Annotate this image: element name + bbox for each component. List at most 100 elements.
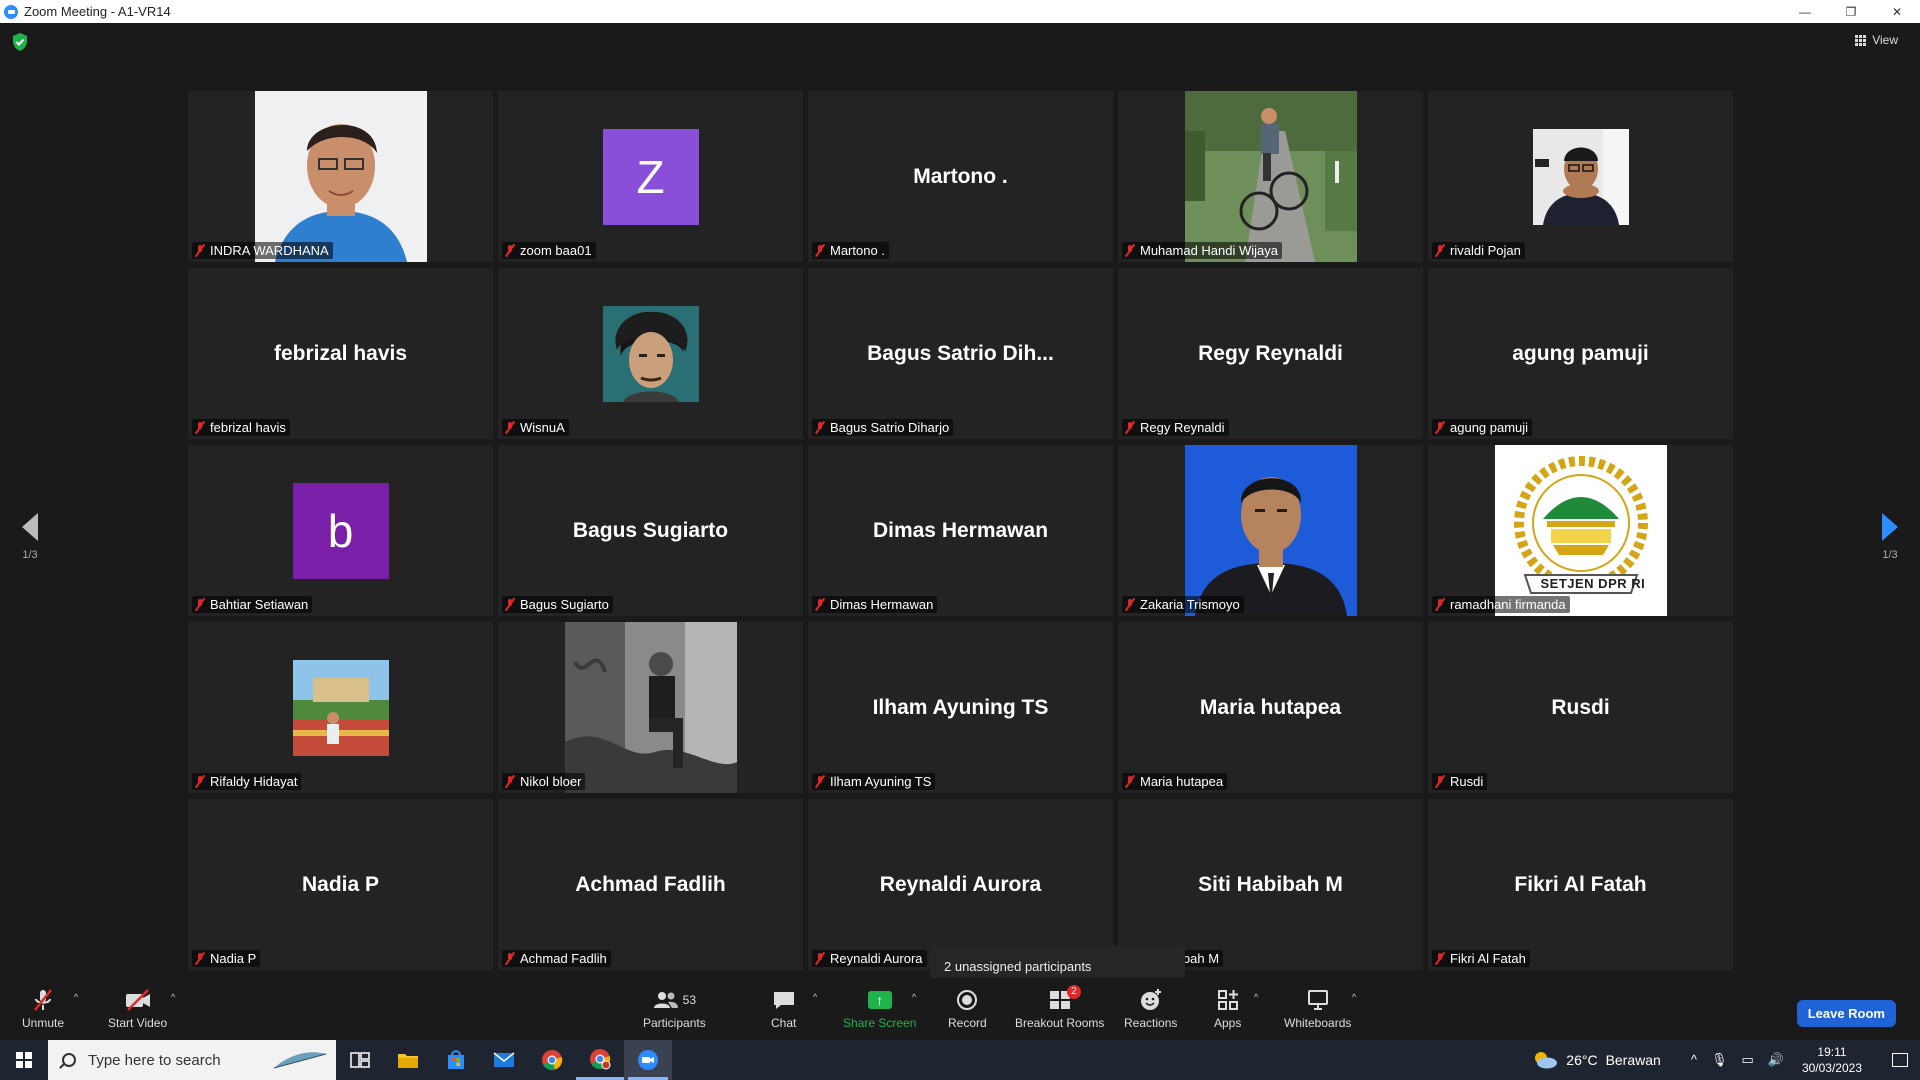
breakout-rooms-button[interactable]: 2 Breakout Rooms [1015, 985, 1104, 1030]
apps-icon [1217, 988, 1239, 1012]
file-explorer-button[interactable] [384, 1040, 432, 1080]
participant-tile[interactable]: Nadia P Nadia P [188, 799, 493, 970]
taskbar-search-box[interactable]: Type here to search [48, 1040, 336, 1080]
taskbar-clock[interactable]: 19:11 30/03/2023 [1802, 1044, 1862, 1076]
video-options-caret[interactable]: ^ [171, 992, 175, 1002]
mic-muted-icon [1124, 421, 1136, 434]
windows-logo-icon [16, 1052, 32, 1068]
whiteboards-button[interactable]: Whiteboards [1284, 988, 1351, 1030]
view-button[interactable]: View [1855, 33, 1898, 47]
previous-page-button[interactable]: 1/3 [10, 513, 50, 561]
participant-tile[interactable]: Bagus Satrio Dih... Bagus Satrio Diharjo [808, 268, 1113, 439]
mic-muted-icon [1124, 598, 1136, 611]
participant-display-name: Bagus Satrio Dih... [867, 341, 1054, 365]
store-icon [448, 1050, 464, 1069]
feather-search-highlight-icon [273, 1052, 327, 1069]
apps-button[interactable]: Apps [1214, 988, 1241, 1030]
start-button[interactable] [0, 1040, 48, 1080]
share-options-caret[interactable]: ^ [912, 992, 916, 1002]
share-screen-button[interactable]: Share Screen [843, 988, 916, 1030]
participant-name-label: INDRA WARDHANA [192, 242, 333, 259]
chrome-profile-button[interactable] [576, 1040, 624, 1080]
participant-tile[interactable]: febrizal havis febrizal havis [188, 268, 493, 439]
chrome-icon [542, 1050, 563, 1070]
mic-muted-icon [1434, 952, 1446, 965]
leave-room-button[interactable]: Leave Room [1796, 1000, 1896, 1027]
mic-muted-icon [504, 952, 516, 965]
restore-button[interactable]: ❐ [1828, 0, 1874, 23]
audio-options-caret[interactable]: ^ [74, 992, 78, 1002]
apps-options-caret[interactable]: ^ [1254, 992, 1258, 1002]
record-icon [957, 990, 978, 1010]
participant-tile[interactable]: Achmad Fadlih Achmad Fadlih [498, 799, 803, 970]
close-button[interactable]: ✕ [1874, 0, 1920, 23]
participant-tile[interactable]: Bagus Sugiarto Bagus Sugiarto [498, 445, 803, 616]
participant-name-label: agung pamuji [1432, 419, 1533, 436]
participant-tile[interactable]: WisnuA [498, 268, 803, 439]
next-page-button[interactable]: 1/3 [1870, 513, 1910, 561]
participant-tile[interactable]: INDRA WARDHANA [188, 91, 493, 262]
participants-button[interactable]: 53 Participants [643, 988, 706, 1030]
folder-icon [398, 1054, 418, 1068]
participant-tile[interactable]: agung pamuji agung pamuji [1428, 268, 1733, 439]
mic-muted-icon [504, 598, 516, 611]
volume-icon[interactable]: 🔊 [1768, 1052, 1784, 1068]
participant-tile[interactable]: b Bahtiar Setiawan [188, 445, 493, 616]
zoom-taskbar-button[interactable] [624, 1040, 672, 1080]
minimize-button[interactable]: — [1782, 0, 1828, 23]
chrome-button[interactable] [528, 1040, 576, 1080]
task-view-button[interactable] [336, 1040, 384, 1080]
participant-tile[interactable]: Fikri Al Fatah Fikri Al Fatah [1428, 799, 1733, 970]
participant-tile[interactable]: Dimas Hermawan Dimas Hermawan [808, 445, 1113, 616]
chat-button[interactable]: Chat [771, 988, 796, 1030]
microphone-icon[interactable]: 🎙 [1711, 1052, 1728, 1068]
window-title: Zoom Meeting - A1-VR14 [24, 4, 171, 19]
participant-photo [292, 659, 389, 756]
chevron-up-icon[interactable]: ^ [1691, 1052, 1697, 1068]
participant-display-name: Maria hutapea [1199, 695, 1342, 719]
whiteboard-icon [1306, 988, 1330, 1012]
participant-tile[interactable]: Maria hutapea Maria hutapea [1118, 622, 1423, 793]
mic-muted-icon [814, 952, 826, 965]
reactions-button[interactable]: Reactions [1124, 988, 1177, 1030]
participant-tile[interactable]: Ilham Ayuning TS Ilham Ayuning TS [808, 622, 1113, 793]
network-icon[interactable]: ▭ [1741, 1052, 1753, 1068]
page-indicator-left: 1/3 [22, 549, 38, 561]
notification-center-button[interactable] [1880, 1040, 1920, 1080]
avatar: b [292, 482, 389, 579]
unmute-button[interactable]: Unmute [22, 988, 64, 1030]
meeting-toolbar: Unmute ^ Start Video ^ 53 Participants C… [0, 978, 1920, 1040]
search-icon [62, 1053, 76, 1067]
mail-button[interactable] [480, 1040, 528, 1080]
participant-name-label: Martono . [812, 242, 889, 259]
start-video-button[interactable]: Start Video [108, 988, 167, 1030]
participant-tile[interactable]: Z zoom baa01 [498, 91, 803, 262]
mic-muted-icon [1434, 421, 1446, 434]
participant-display-name: Ilham Ayuning TS [872, 695, 1049, 719]
participant-tile[interactable]: SETJEN DPR RI ramadhani firmanda [1428, 445, 1733, 616]
meeting-area: View 1/3 1/3 INDRA WARDHANA Z zoom baa01… [0, 23, 1920, 989]
participant-tile[interactable]: Martono . Martono . [808, 91, 1113, 262]
participant-tile[interactable]: Nikol bloer [498, 622, 803, 793]
participant-tile[interactable]: rivaldi Pojan [1428, 91, 1733, 262]
security-shield-icon[interactable] [12, 33, 28, 51]
participant-tile[interactable]: Muhamad Handi Wijaya [1118, 91, 1423, 262]
microsoft-store-button[interactable] [432, 1040, 480, 1080]
participant-tile[interactable]: Regy Reynaldi Regy Reynaldi [1118, 268, 1423, 439]
record-button[interactable]: Record [948, 988, 987, 1030]
participant-name-label: Maria hutapea [1122, 773, 1228, 790]
participant-tile[interactable]: Rusdi Rusdi [1428, 622, 1733, 793]
participant-photo [1184, 91, 1357, 262]
mic-muted-icon [194, 775, 206, 788]
whiteboards-options-caret[interactable]: ^ [1352, 992, 1356, 1002]
weather-widget[interactable]: 26°C Berawan [1532, 1051, 1661, 1069]
mic-muted-icon [31, 988, 55, 1012]
participant-display-name: Nadia P [301, 872, 380, 896]
tray-icons: ^ 🎙 ▭ 🔊 [1691, 1052, 1784, 1068]
participants-icon [653, 992, 678, 1008]
mic-muted-icon [1124, 775, 1136, 788]
participant-tile[interactable]: Zakaria Trismoyo [1118, 445, 1423, 616]
participant-display-name: Siti Habibah M [1198, 872, 1343, 896]
chat-options-caret[interactable]: ^ [813, 992, 817, 1002]
participant-tile[interactable]: Rifaldy Hidayat [188, 622, 493, 793]
